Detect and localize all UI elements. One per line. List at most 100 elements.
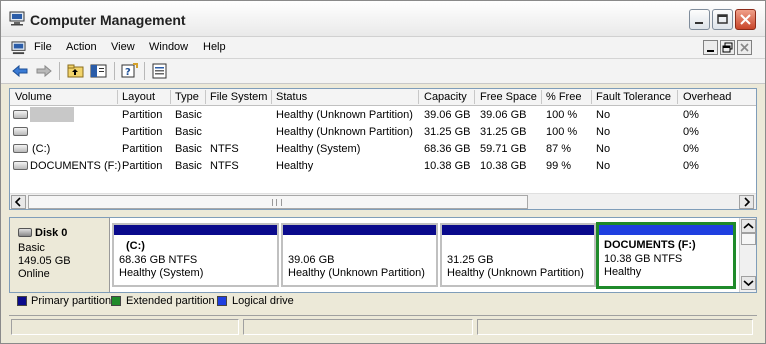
menu-file[interactable]: File	[34, 41, 52, 53]
disk-size: 149.05 GB	[18, 255, 71, 267]
maximize-icon	[717, 14, 728, 24]
up-folder-icon[interactable]	[67, 63, 85, 79]
toolbar: ?	[1, 59, 765, 84]
column-divider[interactable]	[677, 90, 678, 104]
partition-label: (C:)	[126, 240, 145, 252]
partition-label: DOCUMENTS (F:)	[604, 239, 696, 251]
partition-status: Healthy (System)	[119, 267, 204, 279]
title-bar[interactable]: Computer Management	[1, 1, 765, 37]
cell-capacity: 10.38 GB	[424, 160, 471, 172]
table-row[interactable]: DOCUMENTS (F:) Partition Basic NTFS Heal…	[10, 158, 756, 175]
close-button[interactable]	[735, 9, 756, 30]
column-header-file-system[interactable]: File System	[210, 91, 267, 103]
scroll-right-button[interactable]	[739, 195, 754, 209]
close-icon	[740, 43, 749, 52]
column-header-free-space[interactable]: Free Space	[480, 91, 537, 103]
column-header-overhead[interactable]: Overhead	[683, 91, 731, 103]
cell-status: Healthy	[276, 160, 314, 172]
minimize-icon	[695, 22, 703, 24]
toolbar-separator	[114, 62, 115, 80]
drive-icon	[13, 161, 28, 170]
cell-layout: Partition	[122, 126, 163, 138]
cell-status: Healthy (Unknown Partition)	[276, 109, 413, 121]
forward-arrow-icon[interactable]	[35, 63, 53, 79]
column-header-layout[interactable]: Layout	[122, 91, 155, 103]
menu-help[interactable]: Help	[203, 41, 226, 53]
cell-percent-free: 99 %	[546, 160, 572, 172]
column-divider[interactable]	[271, 90, 272, 104]
help-icon[interactable]: ?	[121, 63, 139, 79]
extended-partition-swatch	[111, 296, 121, 306]
cell-status: Healthy (System)	[276, 143, 361, 155]
menu-action[interactable]: Action	[66, 41, 97, 53]
horizontal-scrollbar[interactable]	[10, 193, 756, 209]
column-divider[interactable]	[541, 90, 542, 104]
column-divider[interactable]	[117, 90, 118, 104]
logical-drive-swatch	[217, 296, 227, 306]
disk-0-info[interactable]: Disk 0 Basic 149.05 GB Online	[10, 218, 110, 292]
mdi-restore-button[interactable]	[720, 40, 735, 55]
volume-name-redacted	[30, 107, 74, 122]
computer-management-icon	[9, 11, 25, 26]
cell-layout: Partition	[122, 109, 163, 121]
cell-overhead: 0%	[683, 160, 699, 172]
vertical-scrollbar[interactable]	[739, 218, 756, 292]
disk-name: Disk 0	[35, 227, 68, 239]
vertical-scroll-thumb[interactable]	[741, 233, 756, 245]
svg-text:?: ?	[125, 67, 131, 78]
cell-free-space: 10.38 GB	[480, 160, 527, 172]
scroll-down-button[interactable]	[741, 276, 756, 290]
cell-fault-tolerance: No	[596, 160, 611, 172]
cell-file-system: NTFS	[210, 160, 239, 172]
partition-unknown-2[interactable]: 31.25 GB Healthy (Unknown Partition)	[440, 223, 596, 287]
cell-free-space: 59.71 GB	[480, 143, 527, 155]
mdi-minimize-button[interactable]	[703, 40, 718, 55]
primary-partition-bar	[114, 225, 277, 235]
partition-documents-f[interactable]: DOCUMENTS (F:) 10.38 GB NTFS Healthy	[596, 222, 736, 289]
computer-management-window: Computer Management File Action View Win…	[0, 0, 766, 344]
cell-type: Basic	[175, 109, 202, 121]
partition-status: Healthy	[604, 266, 642, 278]
restore-icon	[722, 42, 733, 53]
column-divider[interactable]	[474, 90, 475, 104]
table-row[interactable]: Partition Basic Healthy (Unknown Partiti…	[10, 124, 756, 141]
menu-view[interactable]: View	[111, 41, 135, 53]
mdi-close-button[interactable]	[737, 40, 752, 55]
column-divider[interactable]	[418, 90, 419, 104]
horizontal-scroll-thumb[interactable]	[28, 195, 528, 209]
partition-unknown-1[interactable]: 39.06 GB Healthy (Unknown Partition)	[281, 223, 438, 287]
table-row[interactable]: (C:) Partition Basic NTFS Healthy (Syste…	[10, 141, 756, 158]
window-title: Computer Management	[30, 12, 186, 28]
column-divider[interactable]	[170, 90, 171, 104]
cell-free-space: 39.06 GB	[480, 109, 527, 121]
drive-icon	[13, 110, 28, 119]
cell-overhead: 0%	[683, 143, 699, 155]
column-header-percent-free[interactable]: % Free	[546, 91, 581, 103]
column-header-volume[interactable]: Volume	[15, 91, 52, 103]
minimize-button[interactable]	[689, 9, 710, 30]
legend-extended-partition: Extended partition	[126, 295, 215, 307]
maximize-button[interactable]	[712, 9, 733, 30]
cell-volume: DOCUMENTS (F:)	[30, 160, 122, 172]
partition-legend: Primary partition Extended partition Log…	[9, 293, 757, 310]
computer-management-icon[interactable]	[11, 41, 26, 55]
mdi-controls	[703, 40, 755, 55]
scroll-left-button[interactable]	[11, 195, 26, 209]
cell-percent-free: 100 %	[546, 126, 578, 138]
show-hide-tree-icon[interactable]	[90, 63, 108, 79]
cell-capacity: 68.36 GB	[424, 143, 471, 155]
column-header-type[interactable]: Type	[175, 91, 199, 103]
column-divider[interactable]	[205, 90, 206, 104]
back-arrow-icon[interactable]	[11, 63, 29, 79]
column-divider[interactable]	[591, 90, 592, 104]
scroll-up-button[interactable]	[741, 219, 756, 233]
cell-file-system: NTFS	[210, 143, 239, 155]
table-row[interactable]: Partition Basic Healthy (Unknown Partiti…	[10, 107, 756, 124]
menu-window[interactable]: Window	[149, 41, 188, 53]
column-header-fault-tolerance[interactable]: Fault Tolerance	[596, 91, 671, 103]
properties-icon[interactable]	[151, 63, 169, 79]
partition-c[interactable]: (C:) 68.36 GB NTFS Healthy (System)	[112, 223, 279, 287]
column-header-capacity[interactable]: Capacity	[424, 91, 467, 103]
column-header-status[interactable]: Status	[276, 91, 307, 103]
cell-percent-free: 87 %	[546, 143, 572, 155]
